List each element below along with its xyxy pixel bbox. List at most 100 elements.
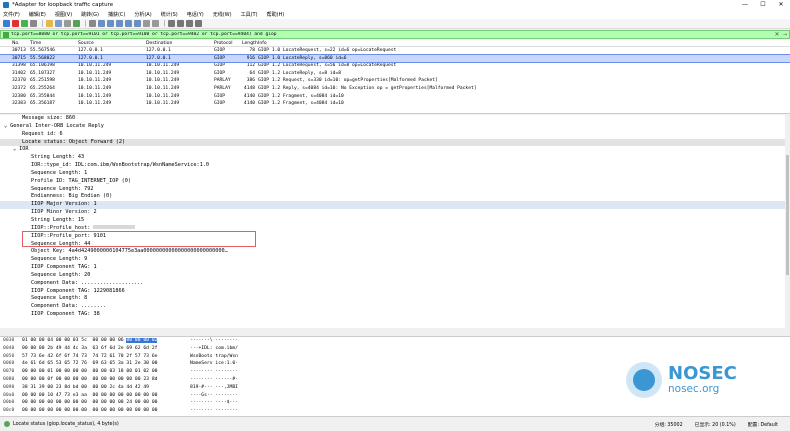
go-back-icon[interactable]	[98, 20, 105, 27]
column-header-info[interactable]: Info	[258, 40, 790, 46]
packet-row[interactable]: 32372 65.255264 10.10.11.249 10.10.11.249 PA…	[0, 85, 790, 93]
detail-tree-item[interactable]: Profile ID: TAG_INTERNET_IOP (0)	[0, 178, 785, 186]
open-file-icon[interactable]	[46, 20, 53, 27]
menu-tools[interactable]: 工具(T)	[241, 11, 258, 18]
window-controls: — ☐ ✕	[736, 0, 790, 10]
scrollbar-thumb[interactable]	[786, 155, 789, 275]
restart-capture-icon[interactable]	[21, 20, 28, 27]
last-packet-icon[interactable]	[134, 20, 141, 27]
packet-row[interactable]: 31402 65.107327 10.10.11.249 10.10.11.249 GI…	[0, 70, 790, 78]
detail-tree-item[interactable]: Endianness: Big Endian (0)	[0, 193, 785, 201]
zoom-in-icon[interactable]	[168, 20, 175, 27]
first-packet-icon[interactable]	[125, 20, 132, 27]
column-header-destination[interactable]: Destination	[146, 40, 214, 46]
minimize-button[interactable]: —	[736, 0, 754, 10]
menu-statistics[interactable]: 统计(S)	[161, 11, 178, 18]
detail-item-text: IIOP Component TAG: 1	[31, 264, 97, 271]
expand-arrow-icon[interactable]: ⌄	[4, 123, 7, 129]
column-header-source[interactable]: Source	[78, 40, 146, 46]
start-capture-icon[interactable]	[3, 20, 10, 27]
packet-row[interactable]: 31398 65.106198 10.10.11.249 10.10.11.249 GI…	[0, 62, 790, 70]
stop-capture-icon[interactable]	[12, 20, 19, 27]
detail-tree-item[interactable]: Message size: 860	[0, 115, 785, 123]
menu-telephony[interactable]: 电话(Y)	[187, 11, 204, 18]
detail-tree-item[interactable]: Sequence Length: 792	[0, 186, 785, 194]
detail-tree-item[interactable]: IIOP Component TAG: 1	[0, 264, 785, 272]
detail-item-text: Object Key: 4a4d4249000000104775e3aa0000…	[31, 248, 228, 255]
detail-tree-item[interactable]: Sequence Length: 9	[0, 256, 785, 264]
detail-tree-item[interactable]: IIOP Component TAG: 1229081866	[0, 288, 785, 296]
resize-columns-icon[interactable]	[195, 20, 202, 27]
detail-item-text: String Length: 15	[31, 216, 85, 223]
clear-filter-icon[interactable]: ✕	[773, 31, 781, 38]
column-header-protocol[interactable]: Protocol	[214, 40, 242, 46]
hex-row[interactable]: 00c0 00 00 00 00 00 00 00 00 00 00 00 00 …	[0, 407, 790, 415]
packet-cell-proto: PARLAY	[214, 85, 231, 91]
go-forward-icon[interactable]	[107, 20, 114, 27]
menu-analyze[interactable]: 分析(A)	[134, 11, 151, 18]
save-file-icon[interactable]	[55, 20, 62, 27]
close-button[interactable]: ✕	[772, 0, 790, 10]
autoscroll-icon[interactable]	[143, 20, 150, 27]
menu-edit[interactable]: 编辑(E)	[29, 11, 46, 18]
hex-bytes: 00 00 00 10 47 73 e3 aa 00 00 00 00 00 0…	[22, 392, 158, 398]
detail-tree-item[interactable]: ⌄ General Inter-ORB Locate Reply	[0, 123, 785, 131]
menu-wireless[interactable]: 无线(W)	[213, 11, 232, 18]
reload-icon[interactable]	[73, 20, 80, 27]
menu-view[interactable]: 视图(V)	[55, 11, 72, 18]
maximize-button[interactable]: ☐	[754, 0, 772, 10]
hex-row[interactable]: 0030 01 00 00 04 00 00 03 5c 00 00 00 06 …	[0, 337, 790, 345]
zoom-out-icon[interactable]	[177, 20, 184, 27]
packet-cell-dst: 10.10.11.249	[146, 93, 180, 99]
packet-cell-src: 10.10.11.249	[78, 78, 112, 84]
menu-file[interactable]: 文件(F)	[3, 11, 20, 18]
colorize-icon[interactable]	[152, 20, 159, 27]
detail-tree-item[interactable]: Request id: 6	[0, 131, 785, 139]
status-profile[interactable]: 配置: Default	[748, 421, 778, 428]
detail-tree-item[interactable]: Sequence Length: 20	[0, 272, 785, 280]
packet-row[interactable]: 30713 55.567546 127.0.0.1 127.0.0.1 GIOP 78 GI…	[0, 47, 790, 55]
column-header-length[interactable]: Length	[242, 40, 258, 46]
menu-go[interactable]: 跳转(G)	[81, 11, 99, 18]
detail-tree-item[interactable]: IIOP Minor Version: 2	[0, 209, 785, 217]
detail-tree-item[interactable]: IIOP Component TAG: 38	[0, 311, 785, 319]
detail-item-text: Sequence Length: 1	[31, 169, 88, 176]
hex-ascii: ·······\ ········	[190, 338, 238, 343]
details-scrollbar[interactable]	[785, 115, 790, 328]
detail-tree-item[interactable]: Component Data: ....................	[0, 280, 785, 288]
hex-row[interactable]: 0050 57 73 6e 42 6f 6f 74 73 74 72 61 70 …	[0, 353, 790, 361]
detail-tree-item[interactable]: Sequence Length: 1	[0, 170, 785, 178]
capture-options-icon[interactable]	[30, 20, 37, 27]
detail-tree-item[interactable]: Locate status: Object Forward (2)	[0, 138, 785, 147]
close-file-icon[interactable]	[64, 20, 71, 27]
detail-tree-item[interactable]: Sequence Length: 8	[0, 295, 785, 303]
hex-row[interactable]: 00b0 00 00 00 00 00 00 00 00 00 00 00 00 …	[0, 399, 790, 407]
packet-row[interactable]: 32383 65.356187 10.10.11.249 10.10.11.249 GI…	[0, 100, 790, 108]
detail-tree-item[interactable]: String Length: 43	[0, 154, 785, 162]
detail-tree-item[interactable]: IOR::type_id: IDL:com.ibm/WsnBootstrap/W…	[0, 162, 785, 170]
detail-tree-item[interactable]: ⌄ IOR	[0, 146, 785, 154]
menu-help[interactable]: 帮助(H)	[267, 11, 285, 18]
bookmark-icon[interactable]	[3, 31, 9, 38]
column-header-time[interactable]: Time	[30, 40, 78, 46]
column-header-no[interactable]: No.	[0, 40, 30, 46]
hex-row[interactable]: 0040 00 00 00 2b 49 44 4c 3a 63 6f 6d 2e …	[0, 345, 790, 353]
detail-tree-item[interactable]: Object Key: 4a4d4249000000104775e3aa0000…	[0, 248, 785, 256]
detail-tree-item[interactable]: String Length: 15	[0, 217, 785, 225]
apply-filter-icon[interactable]: →	[781, 32, 789, 38]
hex-bytes: 00 00 00 0f 00 00 00 00 00 00 00 00 00 0…	[22, 376, 158, 382]
packet-row[interactable]: 30715 55.568022 127.0.0.1 127.0.0.1 GIOP 916 G…	[0, 53, 790, 64]
display-filter-input[interactable]: tcp.port==8080 or tcp.port==9101 or tcp.…	[11, 32, 773, 37]
status-text: Locate status (giop.locate_status), 4 by…	[13, 421, 119, 427]
expand-arrow-icon[interactable]: ⌄	[13, 146, 16, 152]
packet-row[interactable]: 32380 65.355844 10.10.11.249 10.10.11.249 GI…	[0, 93, 790, 101]
zoom-reset-icon[interactable]	[186, 20, 193, 27]
menu-capture[interactable]: 捕获(C)	[108, 11, 125, 18]
hex-bytes: 00 00 00 00 00 00 00 00 00 00 00 00 00 0…	[22, 408, 158, 414]
watermark-brand: NOSEC	[668, 363, 737, 384]
go-to-packet-icon[interactable]	[116, 20, 123, 27]
detail-tree-item[interactable]: Component Data: ........	[0, 303, 785, 311]
find-icon[interactable]	[89, 20, 96, 27]
packet-row[interactable]: 32370 65.251598 10.10.11.249 10.10.11.249 PA…	[0, 77, 790, 85]
detail-tree-item[interactable]: IIOP Major Version: 1	[0, 201, 785, 210]
